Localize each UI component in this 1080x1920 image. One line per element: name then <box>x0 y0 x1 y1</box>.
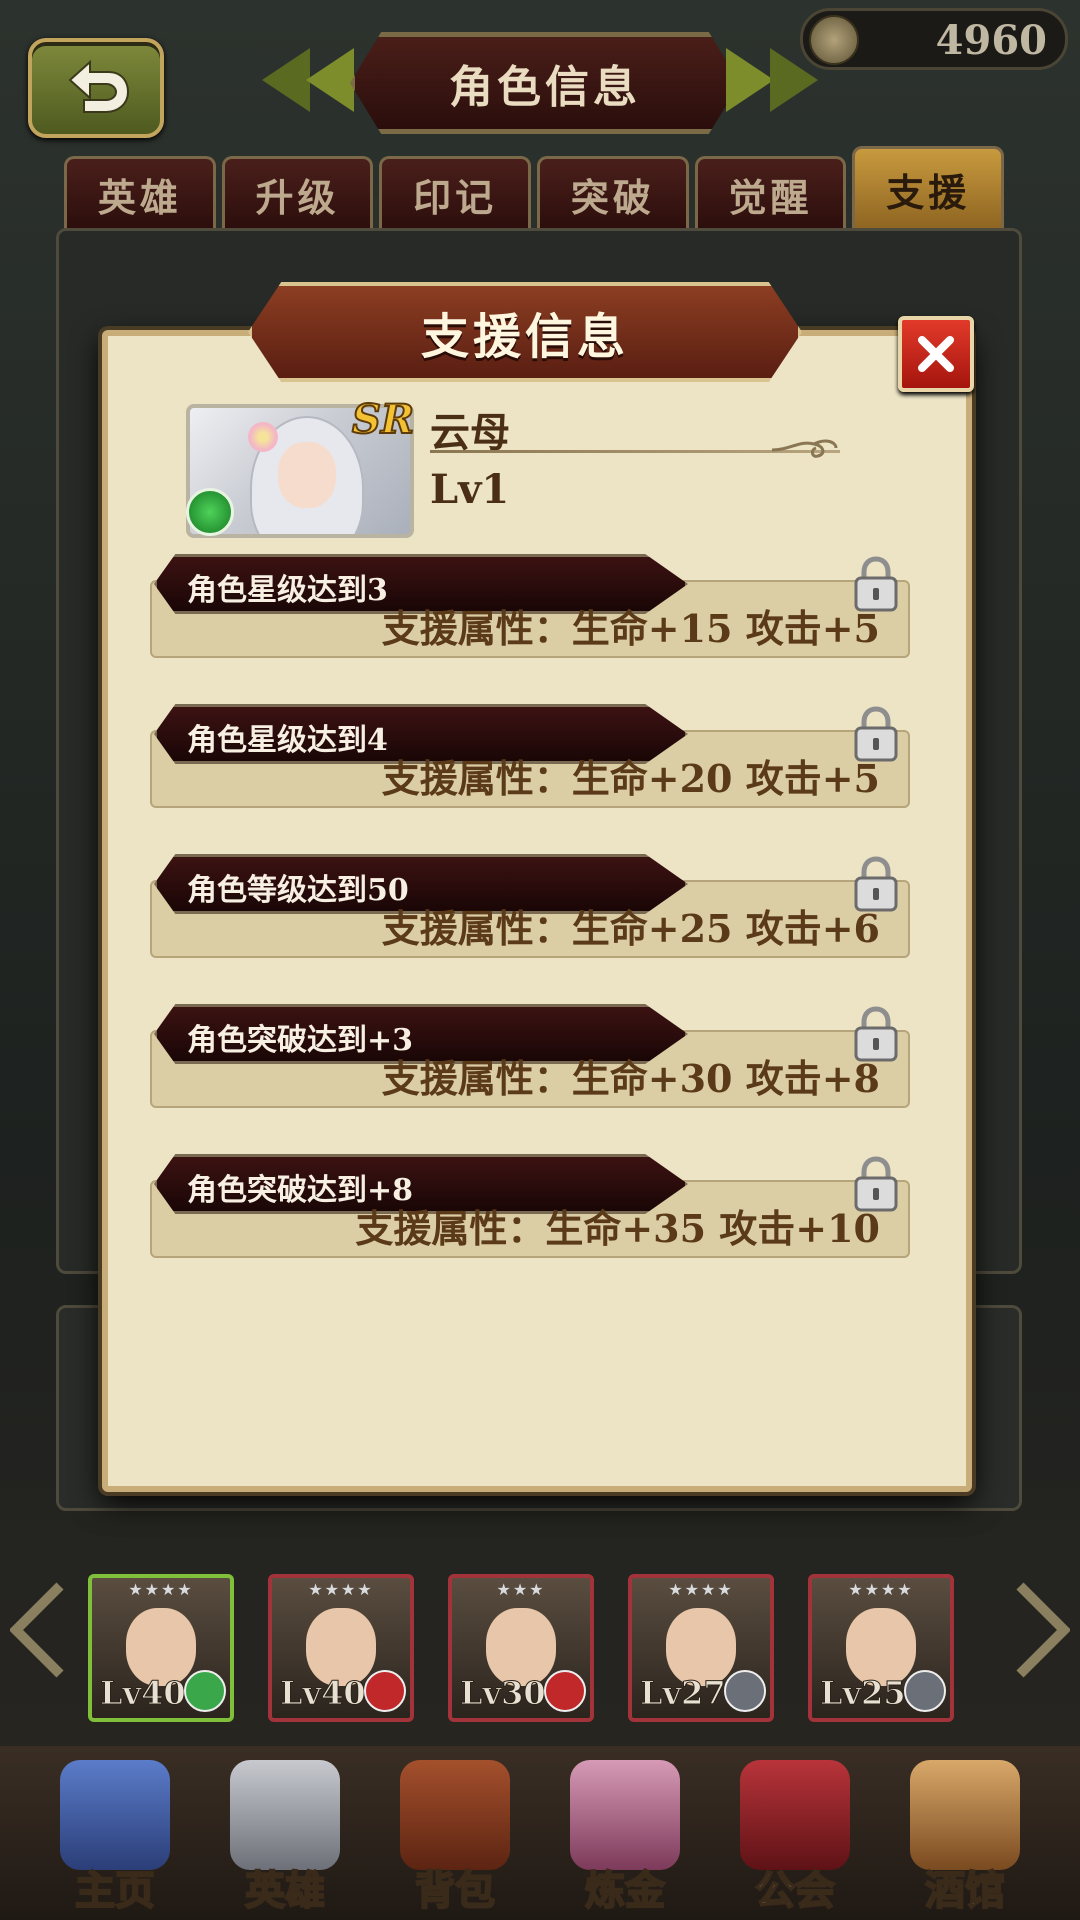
hero-card[interactable]: ★★★ Lv30 <box>448 1574 594 1722</box>
knight-helmet-icon <box>230 1760 340 1870</box>
ornament-icon <box>771 439 838 458</box>
hero-level: Lv27 <box>640 1674 727 1713</box>
hero-card[interactable]: ★★★★ Lv25 <box>808 1574 954 1722</box>
roster-next-arrow-icon[interactable] <box>1010 1580 1070 1680</box>
hero-level: Lv40 <box>280 1674 367 1713</box>
hero-stars: ★★★★ <box>308 1580 374 1599</box>
roster-prev-arrow-icon[interactable] <box>10 1580 70 1680</box>
nav-backpack[interactable]: 背包 <box>370 1746 540 1920</box>
hero-level: Lv40 <box>100 1674 187 1713</box>
hero-stars: ★★★★ <box>668 1580 734 1599</box>
character-tabs: 英雄 升级 印记 突破 觉醒 支援 <box>64 146 1005 229</box>
title-left-chevron-icon <box>306 48 354 112</box>
currency-value: 4960 <box>935 17 1047 64</box>
castle-icon <box>60 1760 170 1870</box>
back-button[interactable] <box>28 38 164 138</box>
character-level: Lv1 <box>430 466 510 513</box>
hero-card[interactable]: ★★★★ Lv27 <box>628 1574 774 1722</box>
mage-class-icon <box>364 1670 406 1712</box>
dialog-title-plate: 支援信息 <box>248 282 802 382</box>
title-right-chevron-icon <box>726 48 774 112</box>
support-attribute: 支援属性：生命+20 攻击+5 <box>381 756 880 801</box>
archer-class-icon <box>724 1670 766 1712</box>
support-row: 角色突破达到+8 支援属性：生命+35 攻击+10 <box>150 1154 910 1258</box>
nav-home[interactable]: 主页 <box>30 1746 200 1920</box>
page-title-plate: 角色信息 <box>350 32 740 134</box>
condition-label: 角色星级达到3 <box>187 573 388 608</box>
sword-class-icon <box>544 1670 586 1712</box>
close-button[interactable] <box>898 316 974 392</box>
tab-breakthrough[interactable]: 突破 <box>537 156 689 229</box>
hero-level: Lv30 <box>460 1674 547 1713</box>
support-attribute: 支援属性：生命+30 攻击+8 <box>381 1056 880 1101</box>
support-row: 角色等级达到50 支援属性：生命+25 攻击+6 <box>150 854 910 958</box>
page-title: 角色信息 <box>449 62 641 113</box>
support-attribute: 支援属性：生命+35 攻击+10 <box>355 1206 880 1251</box>
staff-class-icon <box>904 1670 946 1712</box>
support-row: 角色星级达到4 支援属性：生命+20 攻击+5 <box>150 704 910 808</box>
hero-stars: ★★★★ <box>848 1580 914 1599</box>
tab-support[interactable]: 支援 <box>852 146 1005 229</box>
hero-stars: ★★★★ <box>128 1580 194 1599</box>
back-arrow-icon <box>68 59 130 113</box>
tab-mark[interactable]: 印记 <box>379 156 532 229</box>
hero-level: Lv25 <box>820 1674 907 1713</box>
currency-display: 4960 <box>800 8 1068 70</box>
guild-shield-icon <box>740 1760 850 1870</box>
tab-awaken[interactable]: 觉醒 <box>694 156 847 229</box>
close-icon <box>918 336 954 372</box>
condition-label: 角色星级达到4 <box>187 723 388 758</box>
rarity-badge: SR <box>351 395 415 444</box>
healer-class-icon <box>184 1670 226 1712</box>
condition-label: 角色等级达到50 <box>187 873 409 908</box>
backpack-icon <box>400 1760 510 1870</box>
hero-stars: ★★★ <box>496 1580 546 1599</box>
dialog-title: 支援信息 <box>420 309 629 365</box>
support-attribute: 支援属性：生命+25 攻击+6 <box>381 906 880 951</box>
support-row: 角色星级达到3 支援属性：生命+15 攻击+5 <box>150 554 910 658</box>
tavern-mug-icon <box>910 1760 1020 1870</box>
tab-hero[interactable]: 英雄 <box>64 156 216 229</box>
hero-card[interactable]: ★★★★ Lv40 <box>88 1574 234 1722</box>
nav-guild[interactable]: 公会 <box>710 1746 880 1920</box>
nav-tavern[interactable]: 酒馆 <box>880 1746 1050 1920</box>
support-attribute: 支援属性：生命+15 攻击+5 <box>381 606 880 651</box>
nav-heroes[interactable]: 英雄 <box>200 1746 370 1920</box>
condition-label: 角色突破达到+3 <box>187 1023 414 1058</box>
nav-alchemy[interactable]: 炼金 <box>540 1746 710 1920</box>
healer-class-icon <box>186 488 234 536</box>
title-left-chevron-icon <box>262 48 310 112</box>
hero-card[interactable]: ★★★★ Lv40 <box>268 1574 414 1722</box>
tab-upgrade[interactable]: 升级 <box>221 156 374 229</box>
alchemy-flask-icon <box>570 1760 680 1870</box>
coin-icon <box>809 15 859 65</box>
support-row: 角色突破达到+3 支援属性：生命+30 攻击+8 <box>150 1004 910 1108</box>
